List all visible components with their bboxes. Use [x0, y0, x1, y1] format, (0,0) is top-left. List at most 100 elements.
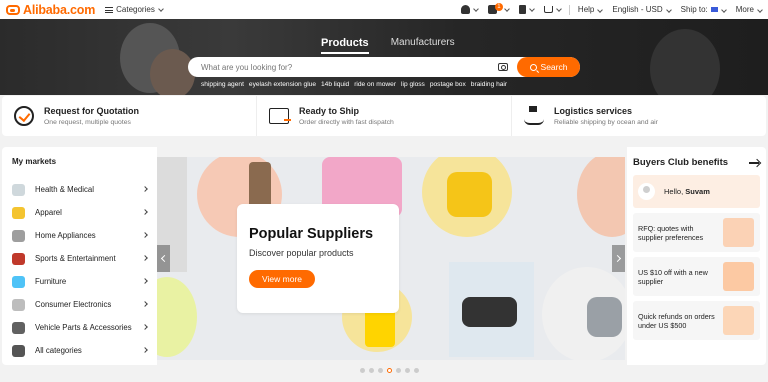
market-item-apparel[interactable]: Apparel [12, 201, 157, 224]
chevron-down-icon [720, 7, 727, 13]
search-input[interactable] [201, 59, 491, 75]
carousel-pagination [360, 368, 423, 373]
home-appliances-icon [12, 229, 25, 242]
hero-background-image [650, 29, 720, 95]
tab-manufacturers[interactable]: Manufacturers [391, 37, 455, 54]
perk-card-refund[interactable]: Quick refunds on orders under US $500 [633, 301, 760, 340]
product-tile-image [587, 297, 622, 337]
orders-icon[interactable] [518, 5, 526, 14]
country-flag-icon [710, 7, 718, 13]
suggestion-link[interactable]: postage box [430, 81, 466, 88]
promo-title: Popular Suppliers [249, 226, 374, 242]
logistics-services-card[interactable]: Logistics services Reliable shipping by … [512, 96, 766, 136]
user-name: Suvam [685, 187, 710, 196]
perk-card-rfq[interactable]: RFQ: quotes with supplier preferences [633, 213, 760, 252]
carousel-dot[interactable] [405, 368, 410, 373]
carousel-dot[interactable] [378, 368, 383, 373]
cart-icon[interactable] [543, 6, 553, 13]
all-categories-grid-icon [12, 344, 25, 357]
product-tile-image [447, 172, 492, 217]
service-subtitle: Reliable shipping by ocean and air [554, 119, 658, 126]
search-icon [529, 63, 537, 71]
chevron-left-icon [160, 254, 169, 263]
request-for-quotation-card[interactable]: Request for Quotation One request, multi… [2, 96, 257, 136]
help-menu[interactable]: Help [578, 5, 604, 14]
chevron-down-icon [597, 7, 604, 13]
search-tabs: Products Manufacturers [321, 37, 477, 54]
suggestion-link[interactable]: eyelash extension glue [249, 81, 316, 88]
search-bar: Search [188, 57, 580, 77]
market-label: All categories [35, 346, 82, 355]
product-tile-image [577, 157, 625, 237]
language-currency-menu[interactable]: English - USD [612, 5, 672, 14]
my-markets-sidebar: My markets Health & Medical Apparel Home… [2, 147, 157, 365]
buyers-club-header[interactable]: Buyers Club benefits [633, 157, 760, 168]
carousel-dot[interactable] [396, 368, 401, 373]
market-item-home-appliances[interactable]: Home Appliances [12, 224, 157, 247]
ready-to-ship-icon [269, 108, 291, 124]
chevron-right-icon [142, 209, 148, 215]
market-item-consumer-electronics[interactable]: Consumer Electronics [12, 293, 157, 316]
alibaba-logo[interactable]: Alibaba.com [6, 3, 95, 17]
chevron-right-icon [142, 255, 148, 261]
ready-to-ship-card[interactable]: Ready to Ship Order directly with fast d… [257, 96, 512, 136]
product-tile-image [157, 277, 197, 357]
suggestion-link[interactable]: shipping agent [201, 81, 244, 88]
market-label: Home Appliances [35, 231, 96, 240]
suggestion-link[interactable]: braiding hair [471, 81, 507, 88]
more-menu[interactable]: More [736, 5, 763, 14]
logo-text: Alibaba.com [23, 2, 96, 17]
carousel-prev-button[interactable] [157, 245, 170, 272]
user-greeting-card[interactable]: Hello, Suvam [633, 175, 760, 208]
top-actions: 1 Help English - USD Ship to: More [451, 3, 763, 15]
vehicle-parts-icon [12, 321, 25, 334]
suggestion-link[interactable]: 14b liquid [321, 81, 349, 88]
rfq-perk-image [723, 218, 754, 247]
chevron-down-icon [556, 5, 562, 12]
search-button-label: Search [540, 62, 568, 72]
categories-menu[interactable]: Categories [105, 5, 164, 14]
account-icon[interactable] [460, 5, 470, 14]
market-item-sports-entertainment[interactable]: Sports & Entertainment [12, 247, 157, 270]
suggestion-link[interactable]: lip gloss [401, 81, 425, 88]
promo-carousel: Popular Suppliers Discover popular produ… [157, 157, 625, 360]
view-more-button[interactable]: View more [249, 270, 315, 288]
market-label: Furniture [35, 277, 67, 286]
hero-background-image [150, 49, 195, 95]
avatar [638, 183, 655, 200]
perk-text: RFQ: quotes with supplier preferences [638, 223, 704, 242]
ship-to-menu[interactable]: Ship to: [681, 5, 727, 14]
suggestion-link[interactable]: ride on mower [354, 81, 396, 88]
chevron-right-icon [613, 254, 622, 263]
chevron-right-icon [142, 278, 148, 284]
service-subtitle: Order directly with fast dispatch [299, 119, 394, 126]
furniture-icon [12, 275, 25, 288]
chevron-down-icon [157, 5, 164, 12]
carousel-dot-active[interactable] [387, 368, 392, 373]
image-search-camera-icon[interactable] [498, 63, 508, 71]
greeting-label: Hello, [664, 187, 684, 196]
market-item-vehicle-parts[interactable]: Vehicle Parts & Accessories [12, 316, 157, 339]
alibaba-logo-icon [6, 4, 20, 15]
market-item-furniture[interactable]: Furniture [12, 270, 157, 293]
carousel-dot[interactable] [360, 368, 365, 373]
apparel-icon [12, 206, 25, 219]
chevron-down-icon [504, 5, 510, 12]
carousel-dot[interactable] [369, 368, 374, 373]
market-item-all-categories[interactable]: All categories [12, 339, 157, 362]
market-label: Consumer Electronics [35, 300, 112, 309]
carousel-dot[interactable] [414, 368, 419, 373]
market-item-health-medical[interactable]: Health & Medical [12, 178, 157, 201]
service-subtitle: One request, multiple quotes [44, 119, 131, 126]
categories-label: Categories [116, 5, 155, 14]
perk-card-coupon[interactable]: US $10 off with a new supplier [633, 257, 760, 296]
market-label: Apparel [35, 208, 62, 217]
markets-title: My markets [12, 157, 57, 166]
tab-products[interactable]: Products [321, 37, 369, 54]
search-button[interactable]: Search [517, 57, 580, 77]
consumer-electronics-icon [12, 298, 25, 311]
messages-icon[interactable]: 1 [487, 3, 503, 14]
carousel-next-button[interactable] [612, 245, 625, 272]
perk-text: Quick refunds on orders under US $500 [638, 311, 715, 330]
arrow-right-icon [749, 159, 760, 167]
